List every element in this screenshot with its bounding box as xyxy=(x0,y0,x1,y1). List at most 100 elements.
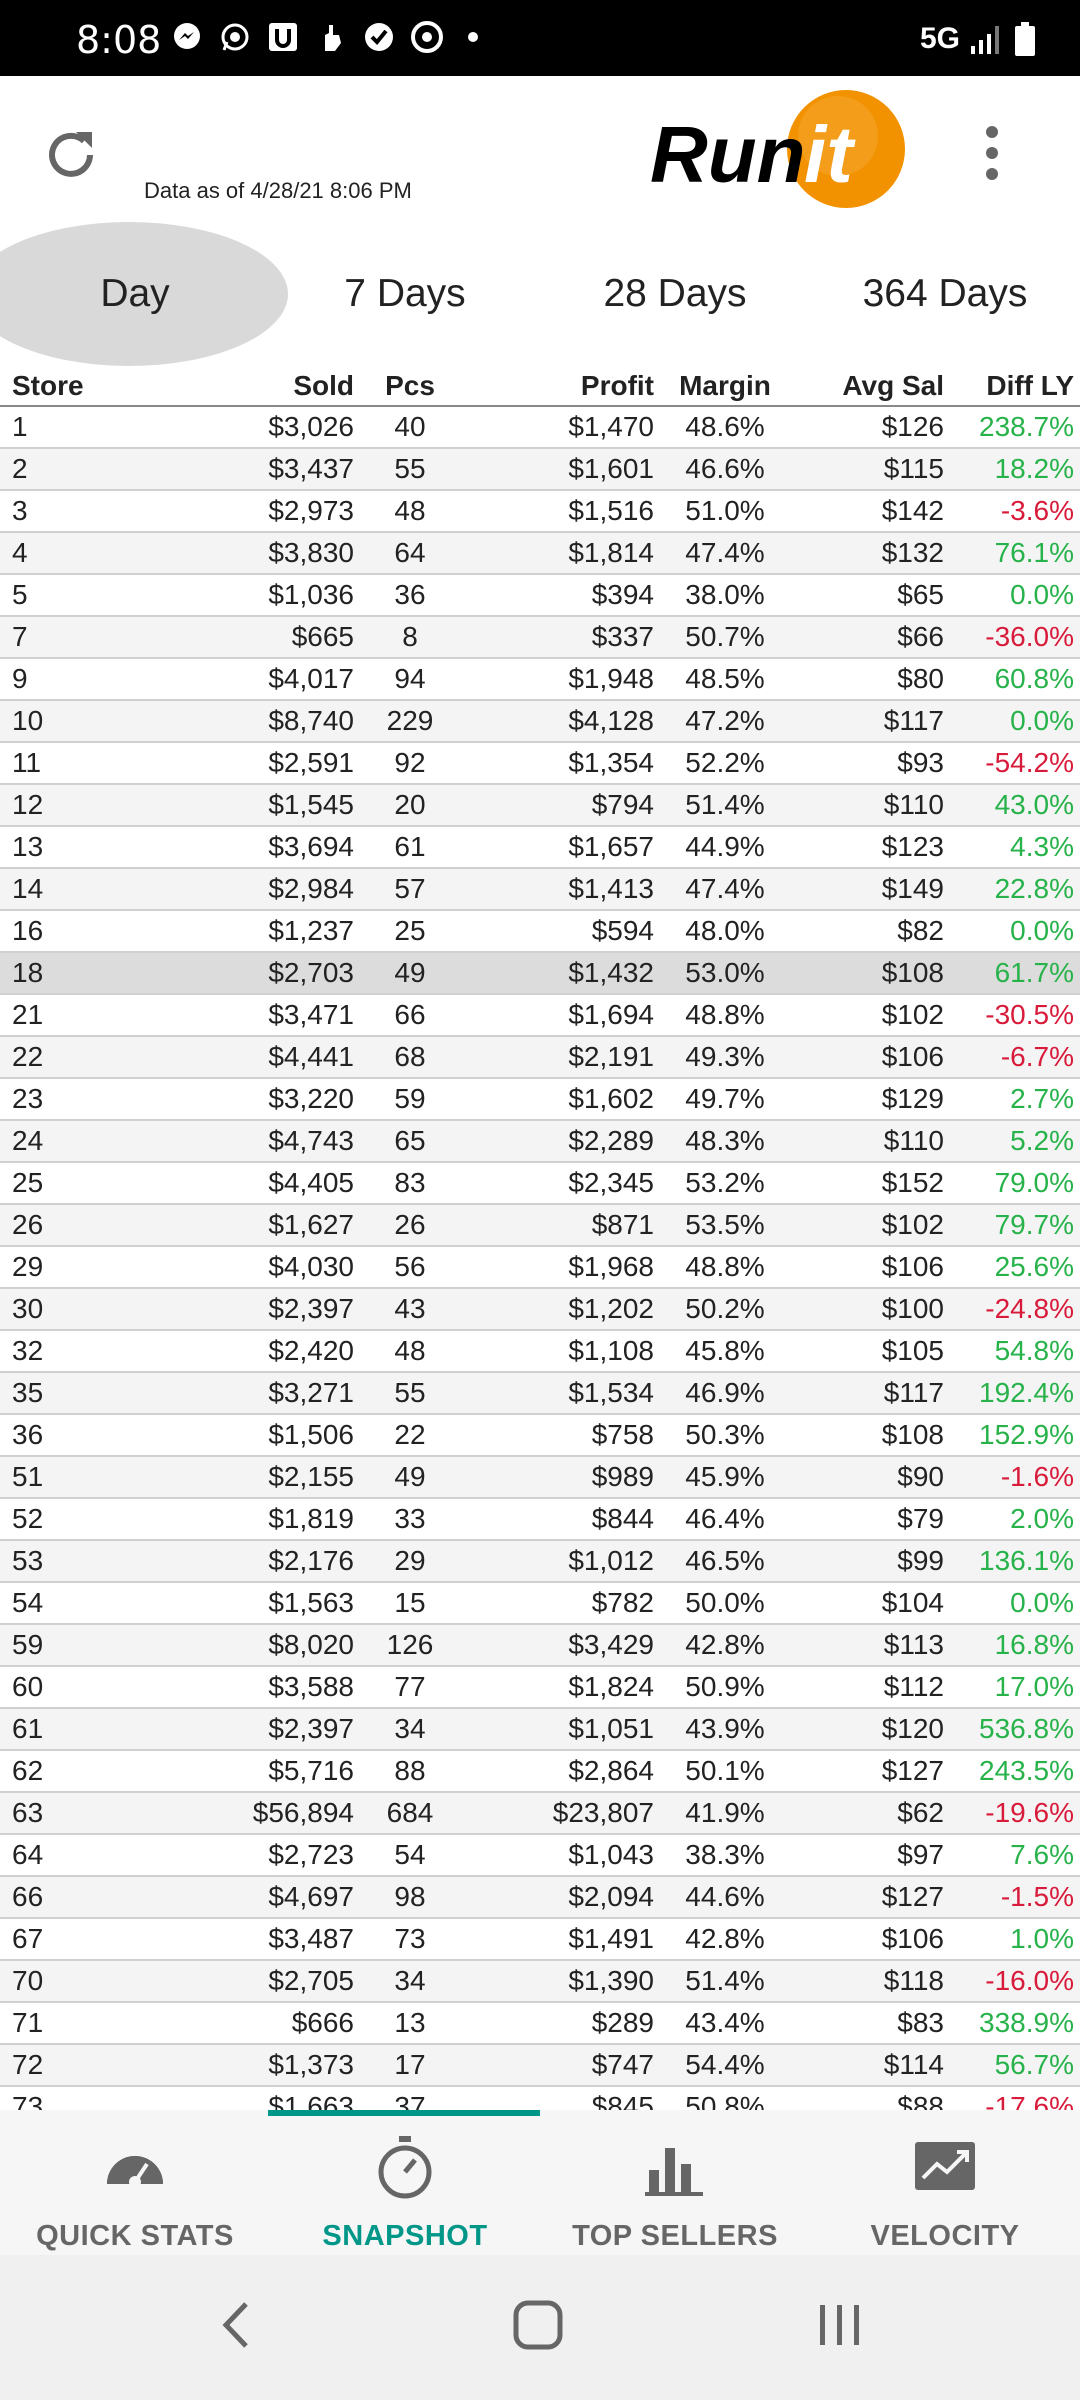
cell-avg-sal: $90 xyxy=(790,1456,950,1499)
cell-avg-sal: $93 xyxy=(790,742,950,785)
cell-margin: 44.9% xyxy=(660,826,790,869)
nav-top-sellers[interactable]: TOP SELLERS xyxy=(540,2134,810,2254)
table-row[interactable]: 1 $3,026 40 $1,470 48.6% $126 238.7% xyxy=(0,406,1080,449)
cell-diff-ly: 18.2% xyxy=(950,448,1080,491)
table-row[interactable]: 4 $3,830 64 $1,814 47.4% $132 76.1% xyxy=(0,532,1080,575)
back-button[interactable] xyxy=(196,2295,276,2355)
nav-velocity[interactable]: VELOCITY xyxy=(810,2134,1080,2254)
cell-profit: $1,534 xyxy=(460,1372,660,1415)
table-row[interactable]: 32 $2,420 48 $1,108 45.8% $105 54.8% xyxy=(0,1330,1080,1373)
table-row[interactable]: 23 $3,220 59 $1,602 49.7% $129 2.7% xyxy=(0,1078,1080,1121)
cell-sold: $2,397 xyxy=(120,1288,360,1331)
table-row[interactable]: 25 $4,405 83 $2,345 53.2% $152 79.0% xyxy=(0,1162,1080,1205)
table-row[interactable]: 11 $2,591 92 $1,354 52.2% $93 -54.2% xyxy=(0,742,1080,785)
cell-diff-ly: -17.6% xyxy=(950,2086,1080,2110)
cell-sold: $3,694 xyxy=(120,826,360,869)
cell-sold: $56,894 xyxy=(120,1792,360,1835)
col-header-store[interactable]: Store xyxy=(0,366,120,407)
store-table-container[interactable]: Store Sold Pcs Profit Margin Avg Sal Dif… xyxy=(0,366,1080,2110)
table-row[interactable]: 24 $4,743 65 $2,289 48.3% $110 5.2% xyxy=(0,1120,1080,1163)
cell-pcs: 22 xyxy=(360,1414,460,1457)
table-row[interactable]: 9 $4,017 94 $1,948 48.5% $80 60.8% xyxy=(0,658,1080,701)
battery-icon xyxy=(1015,22,1035,56)
col-header-pcs[interactable]: Pcs xyxy=(360,366,460,407)
cell-store: 61 xyxy=(0,1708,120,1751)
table-row[interactable]: 51 $2,155 49 $989 45.9% $90 -1.6% xyxy=(0,1456,1080,1499)
table-row[interactable]: 36 $1,506 22 $758 50.3% $108 152.9% xyxy=(0,1414,1080,1457)
cell-store: 26 xyxy=(0,1204,120,1247)
table-row[interactable]: 22 $4,441 68 $2,191 49.3% $106 -6.7% xyxy=(0,1036,1080,1079)
tab-7-days[interactable]: 7 Days xyxy=(270,222,540,366)
more-options-icon[interactable] xyxy=(970,120,1014,186)
table-row[interactable]: 60 $3,588 77 $1,824 50.9% $112 17.0% xyxy=(0,1666,1080,1709)
table-row[interactable]: 5 $1,036 36 $394 38.0% $65 0.0% xyxy=(0,574,1080,617)
table-row[interactable]: 63 $56,894 684 $23,807 41.9% $62 -19.6% xyxy=(0,1792,1080,1835)
col-header-diff-ly[interactable]: Diff LY xyxy=(950,366,1080,407)
table-row[interactable]: 3 $2,973 48 $1,516 51.0% $142 -3.6% xyxy=(0,490,1080,533)
table-row[interactable]: 54 $1,563 15 $782 50.0% $104 0.0% xyxy=(0,1582,1080,1625)
cell-sold: $1,563 xyxy=(120,1582,360,1625)
table-row[interactable]: 35 $3,271 55 $1,534 46.9% $117 192.4% xyxy=(0,1372,1080,1415)
table-row[interactable]: 13 $3,694 61 $1,657 44.9% $123 4.3% xyxy=(0,826,1080,869)
cell-diff-ly: 192.4% xyxy=(950,1372,1080,1415)
col-header-avg-sal[interactable]: Avg Sal xyxy=(790,366,950,407)
cell-store: 64 xyxy=(0,1834,120,1877)
refresh-icon[interactable] xyxy=(38,122,104,188)
cell-store: 67 xyxy=(0,1918,120,1961)
table-row[interactable]: 64 $2,723 54 $1,043 38.3% $97 7.6% xyxy=(0,1834,1080,1877)
table-row[interactable]: 61 $2,397 34 $1,051 43.9% $120 536.8% xyxy=(0,1708,1080,1751)
cell-pcs: 88 xyxy=(360,1750,460,1793)
cell-pcs: 59 xyxy=(360,1078,460,1121)
cell-margin: 50.0% xyxy=(660,1582,790,1625)
cell-diff-ly: 4.3% xyxy=(950,826,1080,869)
table-row[interactable]: 66 $4,697 98 $2,094 44.6% $127 -1.5% xyxy=(0,1876,1080,1919)
table-row[interactable]: 70 $2,705 34 $1,390 51.4% $118 -16.0% xyxy=(0,1960,1080,2003)
table-row[interactable]: 71 $666 13 $289 43.4% $83 338.9% xyxy=(0,2002,1080,2045)
cell-sold: $2,155 xyxy=(120,1456,360,1499)
col-header-margin[interactable]: Margin xyxy=(660,366,790,407)
cell-margin: 46.4% xyxy=(660,1498,790,1541)
cell-sold: $1,036 xyxy=(120,574,360,617)
table-row[interactable]: 2 $3,437 55 $1,601 46.6% $115 18.2% xyxy=(0,448,1080,491)
cell-pcs: 36 xyxy=(360,574,460,617)
table-row[interactable]: 10 $8,740 229 $4,128 47.2% $117 0.0% xyxy=(0,700,1080,743)
table-row[interactable]: 72 $1,373 17 $747 54.4% $114 56.7% xyxy=(0,2044,1080,2087)
table-row[interactable]: 67 $3,487 73 $1,491 42.8% $106 1.0% xyxy=(0,1918,1080,1961)
cell-profit: $1,470 xyxy=(460,406,660,449)
table-row[interactable]: 14 $2,984 57 $1,413 47.4% $149 22.8% xyxy=(0,868,1080,911)
home-button[interactable] xyxy=(498,2295,578,2355)
table-row[interactable]: 73 $1,663 37 $845 50.8% $88 -17.6% xyxy=(0,2086,1080,2110)
table-row[interactable]: 26 $1,627 26 $871 53.5% $102 79.7% xyxy=(0,1204,1080,1247)
cell-profit: $844 xyxy=(460,1498,660,1541)
table-row[interactable]: 62 $5,716 88 $2,864 50.1% $127 243.5% xyxy=(0,1750,1080,1793)
table-row[interactable]: 18 $2,703 49 $1,432 53.0% $108 61.7% xyxy=(0,952,1080,995)
col-header-sold[interactable]: Sold xyxy=(120,366,360,407)
recents-button[interactable] xyxy=(800,2295,880,2355)
cell-pcs: 25 xyxy=(360,910,460,953)
nav-quick-stats[interactable]: QUICK STATS xyxy=(0,2134,270,2254)
tab-28-days[interactable]: 28 Days xyxy=(540,222,810,366)
tab-day[interactable]: Day xyxy=(0,222,270,366)
table-row[interactable]: 53 $2,176 29 $1,012 46.5% $99 136.1% xyxy=(0,1540,1080,1583)
cell-margin: 50.9% xyxy=(660,1666,790,1709)
table-row[interactable]: 16 $1,237 25 $594 48.0% $82 0.0% xyxy=(0,910,1080,953)
tab-364-days[interactable]: 364 Days xyxy=(810,222,1080,366)
cell-store: 13 xyxy=(0,826,120,869)
cell-pcs: 15 xyxy=(360,1582,460,1625)
cell-margin: 46.6% xyxy=(660,448,790,491)
cell-diff-ly: 79.0% xyxy=(950,1162,1080,1205)
cell-margin: 52.2% xyxy=(660,742,790,785)
table-row[interactable]: 12 $1,545 20 $794 51.4% $110 43.0% xyxy=(0,784,1080,827)
cell-margin: 48.0% xyxy=(660,910,790,953)
table-row[interactable]: 30 $2,397 43 $1,202 50.2% $100 -24.8% xyxy=(0,1288,1080,1331)
cell-sold: $1,237 xyxy=(120,910,360,953)
table-row[interactable]: 59 $8,020 126 $3,429 42.8% $113 16.8% xyxy=(0,1624,1080,1667)
cell-avg-sal: $99 xyxy=(790,1540,950,1583)
col-header-profit[interactable]: Profit xyxy=(460,366,660,407)
table-row[interactable]: 29 $4,030 56 $1,968 48.8% $106 25.6% xyxy=(0,1246,1080,1289)
table-row[interactable]: 7 $665 8 $337 50.7% $66 -36.0% xyxy=(0,616,1080,659)
cell-sold: $3,026 xyxy=(120,406,360,449)
table-row[interactable]: 52 $1,819 33 $844 46.4% $79 2.0% xyxy=(0,1498,1080,1541)
nav-snapshot[interactable]: SNAPSHOT xyxy=(270,2134,540,2254)
table-row[interactable]: 21 $3,471 66 $1,694 48.8% $102 -30.5% xyxy=(0,994,1080,1037)
